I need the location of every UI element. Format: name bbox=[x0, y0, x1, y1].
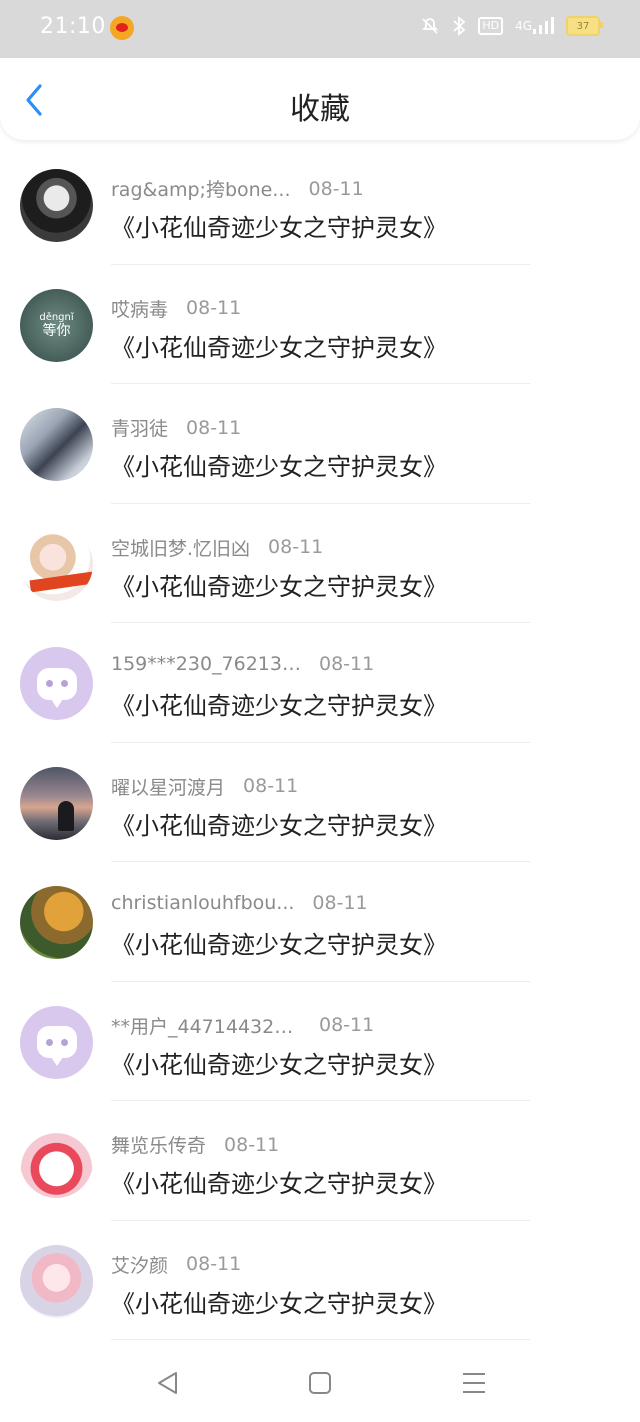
name-row: 159***230_762132... 08-11 bbox=[111, 653, 374, 675]
book-title[interactable]: 《小花仙奇迹少女之守护灵女》 bbox=[111, 925, 447, 960]
avatar[interactable] bbox=[20, 527, 93, 601]
favorites-list: rag&amp;挎bone... 08-11 《小花仙奇迹少女之守护灵女》 dě… bbox=[0, 145, 640, 1340]
user-name[interactable]: 哎病毒 bbox=[111, 295, 168, 322]
book-title[interactable]: 《小花仙奇迹少女之守护灵女》 bbox=[111, 328, 447, 363]
avatar-pinyin: děngnǐ bbox=[39, 311, 74, 323]
list-item[interactable]: 舞览乐传奇 08-11 《小花仙奇迹少女之守护灵女》 bbox=[0, 1101, 640, 1221]
book-title[interactable]: 《小花仙奇迹少女之守护灵女》 bbox=[111, 567, 447, 602]
avatar-decoration bbox=[29, 571, 93, 592]
book-title[interactable]: 《小花仙奇迹少女之守护灵女》 bbox=[111, 447, 447, 482]
menu-lines-icon bbox=[463, 1373, 485, 1393]
list-item[interactable]: 艾汐颜 08-11 《小花仙奇迹少女之守护灵女》 bbox=[0, 1221, 640, 1340]
app-header: 收藏 bbox=[0, 58, 640, 140]
list-item[interactable]: christianlouhfbou... 08-11 《小花仙奇迹少女之守护灵女… bbox=[0, 862, 640, 982]
date: 08-11 bbox=[243, 775, 299, 797]
list-item[interactable]: 空城旧梦.忆旧凶 08-11 《小花仙奇迹少女之守护灵女》 bbox=[0, 504, 640, 623]
chat-bubble-icon bbox=[36, 1026, 77, 1066]
battery-level: 37 bbox=[576, 20, 590, 32]
user-name[interactable]: christianlouhfbou... bbox=[111, 892, 294, 914]
date: 08-11 bbox=[268, 536, 324, 558]
name-row: 艾汐颜 08-11 bbox=[111, 1251, 241, 1278]
date: 08-11 bbox=[186, 297, 242, 319]
date: 08-11 bbox=[312, 892, 368, 914]
nav-menu-button[interactable] bbox=[460, 1370, 488, 1396]
list-item[interactable]: 曜以星河渡月 08-11 《小花仙奇迹少女之守护灵女》 bbox=[0, 743, 640, 862]
list-item[interactable]: děngnǐ 等你 哎病毒 08-11 《小花仙奇迹少女之守护灵女》 bbox=[0, 265, 640, 384]
book-title[interactable]: 《小花仙奇迹少女之守护灵女》 bbox=[111, 1284, 447, 1319]
name-row: **用户_447144323... 08-11 bbox=[111, 1012, 374, 1039]
user-name[interactable]: 青羽徒 bbox=[111, 414, 168, 441]
user-name[interactable]: 曜以星河渡月 bbox=[111, 773, 225, 800]
book-title[interactable]: 《小花仙奇迹少女之守护灵女》 bbox=[111, 208, 447, 243]
date: 08-11 bbox=[186, 1253, 242, 1275]
chat-bubble-icon bbox=[36, 667, 77, 708]
page-title: 收藏 bbox=[290, 92, 350, 127]
name-row: rag&amp;挎bone... 08-11 bbox=[111, 175, 364, 202]
nav-home-button[interactable] bbox=[306, 1370, 334, 1396]
user-name[interactable]: 舞览乐传奇 bbox=[111, 1131, 206, 1158]
weibo-icon bbox=[110, 16, 134, 40]
date: 08-11 bbox=[224, 1133, 280, 1156]
avatar[interactable] bbox=[20, 1244, 93, 1318]
avatar[interactable]: děngnǐ 等你 bbox=[20, 288, 93, 362]
date: 08-11 bbox=[186, 416, 242, 439]
battery-icon: 37 bbox=[566, 16, 603, 36]
signal-4g-icon: 4G bbox=[515, 17, 554, 35]
avatar[interactable] bbox=[20, 647, 93, 720]
name-row: 舞览乐传奇 08-11 bbox=[111, 1131, 279, 1158]
status-icons: HD 4G 37 bbox=[420, 16, 603, 36]
system-nav-bar bbox=[0, 1340, 640, 1422]
status-time: 21:10 bbox=[40, 14, 106, 39]
avatar[interactable] bbox=[20, 766, 93, 840]
mute-icon bbox=[420, 16, 440, 36]
user-name[interactable]: 艾汐颜 bbox=[111, 1251, 168, 1278]
avatar-figure bbox=[58, 800, 74, 831]
book-title[interactable]: 《小花仙奇迹少女之守护灵女》 bbox=[111, 806, 447, 841]
user-name[interactable]: rag&amp;挎bone... bbox=[111, 175, 290, 202]
date: 08-11 bbox=[319, 653, 375, 675]
user-name[interactable]: 159***230_762132... bbox=[111, 653, 301, 675]
list-item[interactable]: 青羽徒 08-11 《小花仙奇迹少女之守护灵女》 bbox=[0, 384, 640, 504]
nav-back-button[interactable] bbox=[154, 1370, 182, 1396]
date: 08-11 bbox=[308, 177, 364, 200]
user-name[interactable]: **用户_447144323... bbox=[111, 1012, 301, 1039]
book-title[interactable]: 《小花仙奇迹少女之守护灵女》 bbox=[111, 686, 447, 721]
triangle-back-icon bbox=[158, 1372, 177, 1394]
name-row: 曜以星河渡月 08-11 bbox=[111, 773, 298, 800]
network-label: 4G bbox=[515, 19, 532, 33]
hd-icon: HD bbox=[478, 17, 504, 35]
book-title[interactable]: 《小花仙奇迹少女之守护灵女》 bbox=[111, 1045, 447, 1080]
square-home-icon bbox=[309, 1372, 331, 1394]
name-row: 哎病毒 08-11 bbox=[111, 295, 241, 322]
avatar[interactable] bbox=[20, 169, 93, 242]
name-row: christianlouhfbou... 08-11 bbox=[111, 892, 368, 914]
avatar[interactable] bbox=[20, 1125, 93, 1198]
avatar[interactable] bbox=[20, 886, 93, 959]
book-title[interactable]: 《小花仙奇迹少女之守护灵女》 bbox=[111, 1164, 447, 1199]
user-name[interactable]: 空城旧梦.忆旧凶 bbox=[111, 534, 250, 561]
list-item[interactable]: rag&amp;挎bone... 08-11 《小花仙奇迹少女之守护灵女》 bbox=[0, 145, 640, 265]
list-item[interactable]: 159***230_762132... 08-11 《小花仙奇迹少女之守护灵女》 bbox=[0, 623, 640, 743]
name-row: 空城旧梦.忆旧凶 08-11 bbox=[111, 534, 323, 561]
status-bar: 21:10 HD 4G 37 bbox=[0, 0, 640, 58]
avatar[interactable] bbox=[20, 408, 93, 481]
date: 08-11 bbox=[319, 1014, 375, 1036]
bluetooth-icon bbox=[452, 16, 466, 36]
avatar[interactable] bbox=[20, 1005, 93, 1079]
list-item[interactable]: **用户_447144323... 08-11 《小花仙奇迹少女之守护灵女》 bbox=[0, 982, 640, 1101]
avatar-chars: 等你 bbox=[42, 322, 71, 339]
name-row: 青羽徒 08-11 bbox=[111, 414, 241, 441]
